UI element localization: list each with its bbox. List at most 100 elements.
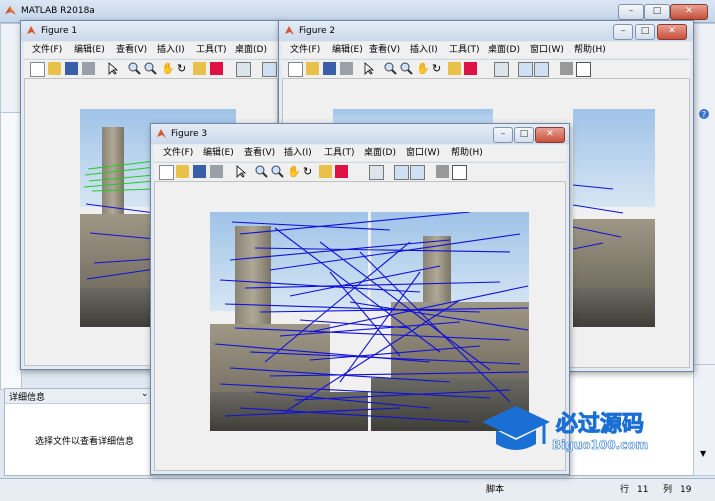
main-close-button[interactable]: ✕	[670, 4, 708, 20]
help-icon[interactable]: ?	[698, 108, 710, 120]
figure-3-title-bar[interactable]: Figure 3 – □ ✕	[151, 124, 569, 144]
pointer-icon[interactable]	[234, 165, 247, 178]
figure-2-minimize-button[interactable]: –	[613, 24, 633, 40]
save-icon[interactable]	[193, 165, 206, 178]
zoom-out-icon[interactable]	[144, 62, 157, 75]
menu-desktop[interactable]: 桌面(D)	[235, 42, 267, 58]
rotate-3d-icon[interactable]: ↻	[177, 62, 190, 75]
figure-1-toolbar: ✋ ↻	[24, 59, 278, 79]
main-toolstrip-edge	[0, 23, 22, 113]
status-row-label: 行	[620, 485, 630, 495]
pan-hand-icon[interactable]: ✋	[161, 62, 175, 75]
data-cursor-icon[interactable]	[448, 62, 461, 75]
pointer-icon[interactable]	[106, 62, 119, 75]
menu-edit[interactable]: 编辑(E)	[74, 42, 105, 58]
menu-help[interactable]: 帮助(H)	[451, 145, 483, 161]
menu-desktop[interactable]: 桌面(D)	[364, 145, 396, 161]
colorbar-icon[interactable]	[394, 165, 409, 180]
figure-2-close-button[interactable]: ✕	[657, 24, 687, 40]
new-file-icon[interactable]	[159, 165, 174, 180]
menu-file[interactable]: 文件(F)	[290, 42, 320, 58]
main-minimize-button[interactable]: –	[618, 4, 644, 20]
details-panel-header[interactable]: 详细信息 ⌄	[5, 389, 153, 404]
figure-2-title-bar[interactable]: Figure 2 – □ ✕	[279, 21, 693, 41]
matlab-logo-icon	[5, 6, 16, 15]
menu-file[interactable]: 文件(F)	[32, 42, 62, 58]
hide-plot-tools-icon[interactable]	[436, 165, 449, 178]
scroll-down-icon[interactable]: ▼	[700, 449, 706, 458]
chevron-down-icon[interactable]: ⌄	[141, 389, 149, 399]
brush-icon[interactable]	[335, 165, 348, 178]
menu-help[interactable]: 帮助(H)	[574, 42, 606, 58]
current-folder-panel-edge	[0, 112, 22, 390]
menu-view[interactable]: 查看(V)	[244, 145, 275, 161]
brush-icon[interactable]	[464, 62, 477, 75]
menu-tools[interactable]: 工具(T)	[196, 42, 227, 58]
open-folder-icon[interactable]	[306, 62, 319, 75]
pan-hand-icon[interactable]: ✋	[416, 62, 430, 75]
figure-3-maximize-button[interactable]: □	[514, 127, 534, 143]
figure-1-menubar: 文件(F) 编辑(E) 查看(V) 插入(I) 工具(T) 桌面(D)	[24, 42, 278, 58]
print-icon[interactable]	[82, 62, 95, 75]
menu-tools[interactable]: 工具(T)	[449, 42, 480, 58]
new-file-icon[interactable]	[30, 62, 45, 77]
colorbar-icon[interactable]	[262, 62, 277, 77]
new-file-icon[interactable]	[288, 62, 303, 77]
zoom-out-icon[interactable]	[400, 62, 413, 75]
status-col-label: 列	[663, 485, 673, 495]
menu-view[interactable]: 查看(V)	[116, 42, 147, 58]
menu-window[interactable]: 窗口(W)	[406, 145, 440, 161]
save-icon[interactable]	[323, 62, 336, 75]
command-scrollbar[interactable]: ▼	[693, 364, 715, 476]
menu-desktop[interactable]: 桌面(D)	[488, 42, 520, 58]
menu-insert[interactable]: 插入(I)	[284, 145, 312, 161]
colorbar-icon[interactable]	[518, 62, 533, 77]
figure-2-maximize-button[interactable]: □	[635, 24, 655, 40]
menu-insert[interactable]: 插入(I)	[410, 42, 438, 58]
graduation-cap-logo-icon	[482, 406, 550, 450]
link-icon[interactable]	[236, 62, 251, 77]
legend-icon[interactable]	[410, 165, 425, 180]
data-cursor-icon[interactable]	[193, 62, 206, 75]
matlab-logo-icon	[27, 26, 36, 35]
figure-2-menubar: 文件(F) 编辑(E) 查看(V) 插入(I) 工具(T) 桌面(D) 窗口(W…	[282, 42, 690, 58]
print-icon[interactable]	[340, 62, 353, 75]
menu-edit[interactable]: 编辑(E)	[203, 145, 234, 161]
hide-plot-tools-icon[interactable]	[560, 62, 573, 75]
open-folder-icon[interactable]	[48, 62, 61, 75]
matlab-logo-icon	[285, 26, 294, 35]
pan-hand-icon[interactable]: ✋	[287, 165, 301, 178]
menu-window[interactable]: 窗口(W)	[530, 42, 564, 58]
menu-file[interactable]: 文件(F)	[163, 145, 193, 161]
figure-2-toolbar: ✋ ↻	[282, 59, 690, 79]
zoom-in-icon[interactable]	[384, 62, 397, 75]
menu-tools[interactable]: 工具(T)	[324, 145, 355, 161]
print-icon[interactable]	[210, 165, 223, 178]
link-icon[interactable]	[369, 165, 384, 180]
link-icon[interactable]	[494, 62, 509, 77]
show-plot-tools-icon[interactable]	[576, 62, 591, 77]
svg-text:?: ?	[702, 110, 706, 119]
status-file-type: 脚本	[486, 485, 505, 495]
zoom-out-icon[interactable]	[271, 165, 284, 178]
figure-3-minimize-button[interactable]: –	[493, 127, 513, 143]
legend-icon[interactable]	[534, 62, 549, 77]
brush-icon[interactable]	[210, 62, 223, 75]
save-icon[interactable]	[65, 62, 78, 75]
menu-insert[interactable]: 插入(I)	[157, 42, 185, 58]
zoom-in-icon[interactable]	[255, 165, 268, 178]
matlab-logo-icon	[157, 129, 166, 138]
data-cursor-icon[interactable]	[319, 165, 332, 178]
rotate-3d-icon[interactable]: ↻	[432, 62, 445, 75]
figure-1-title-bar[interactable]: Figure 1	[21, 21, 281, 41]
show-plot-tools-icon[interactable]	[452, 165, 467, 180]
zoom-in-icon[interactable]	[128, 62, 141, 75]
watermark: 必过源码 Biguo100.com	[480, 400, 680, 460]
open-folder-icon[interactable]	[176, 165, 189, 178]
menu-edit[interactable]: 编辑(E)	[332, 42, 363, 58]
menu-view[interactable]: 查看(V)	[369, 42, 400, 58]
pointer-icon[interactable]	[362, 62, 375, 75]
figure-3-close-button[interactable]: ✕	[535, 127, 565, 143]
rotate-3d-icon[interactable]: ↻	[303, 165, 316, 178]
main-maximize-button[interactable]: □	[644, 4, 670, 20]
